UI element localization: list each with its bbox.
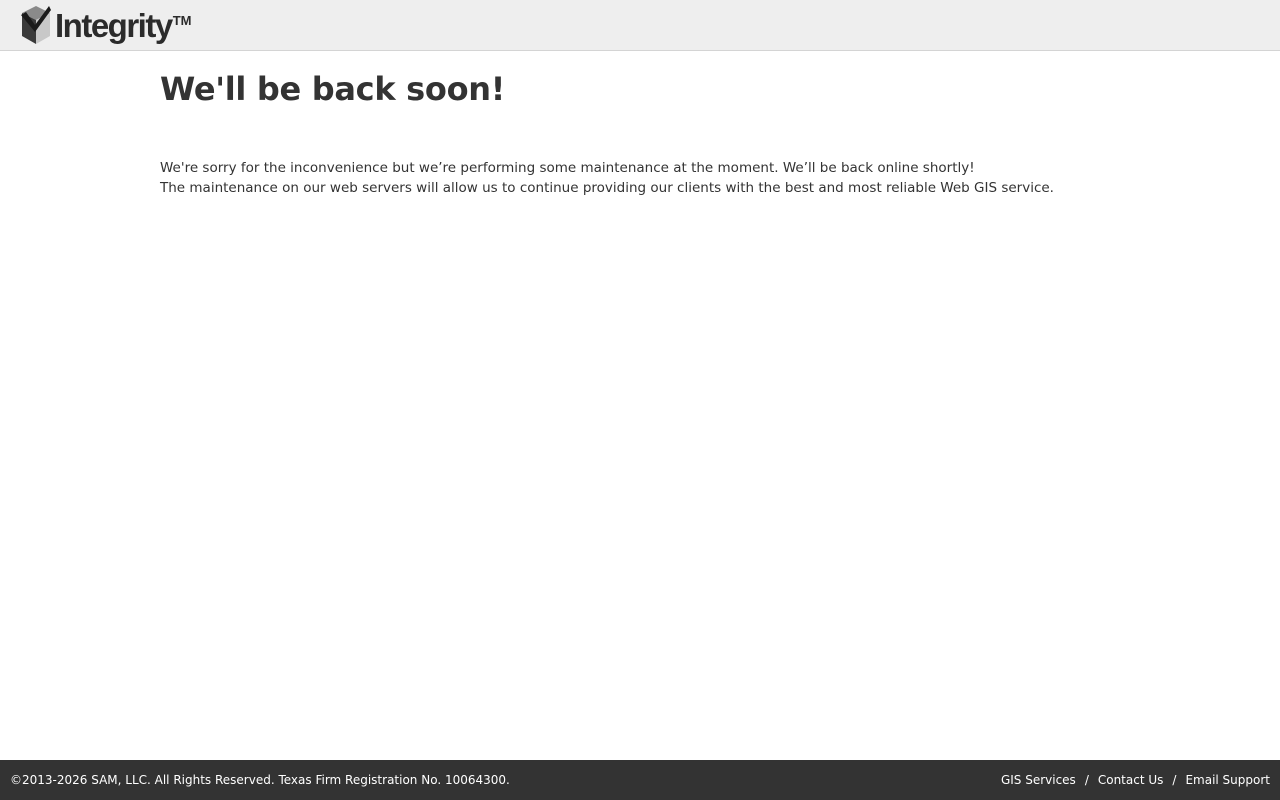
email-support-link[interactable]: Email Support [1185, 773, 1270, 787]
message-line-1: We're sorry for the inconvenience but we… [160, 160, 975, 176]
footer-separator: / [1084, 773, 1089, 787]
trademark-mark: TM [172, 13, 192, 28]
footer-links: GIS Services / Contact Us / Email Suppor… [1001, 773, 1270, 787]
logo-text: Integrity [55, 6, 173, 44]
gis-services-link[interactable]: GIS Services [1001, 773, 1076, 787]
main-content: We'll be back soon! We're sorry for the … [160, 70, 1160, 198]
maintenance-message: We're sorry for the inconvenience but we… [160, 158, 1160, 198]
contact-us-link[interactable]: Contact Us [1098, 773, 1164, 787]
message-line-2: The maintenance on our web servers will … [160, 180, 1054, 196]
page-title: We'll be back soon! [160, 70, 506, 108]
header: Integrity TM [0, 0, 1280, 51]
cube-check-icon [21, 6, 51, 44]
footer: ©2013-2026 SAM, LLC. All Rights Reserved… [0, 760, 1280, 800]
integrity-logo[interactable]: Integrity TM [20, 4, 191, 46]
footer-separator: / [1172, 773, 1177, 787]
copyright-text: ©2013-2026 SAM, LLC. All Rights Reserved… [10, 773, 510, 787]
